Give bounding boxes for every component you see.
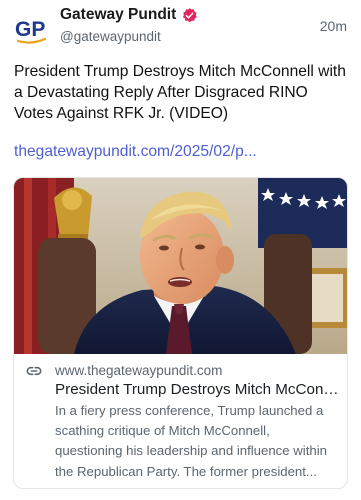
post-timestamp[interactable]: 20m [320, 18, 347, 34]
link-preview-domain: www.thegatewaypundit.com [55, 363, 223, 378]
link-preview-image[interactable] [14, 178, 347, 354]
link-preview-description: In a fiery press conference, Trump launc… [55, 403, 327, 479]
post-body-text: President Trump Destroys Mitch McConnell… [14, 63, 346, 122]
link-icon [26, 364, 42, 378]
post-link[interactable]: thegatewaypundit.com/2025/02/p... [14, 143, 257, 161]
verified-badge-icon [181, 7, 198, 24]
post-header: GP Gateway Pundit @gatewaypundit 20m [0, 0, 361, 52]
link-preview-title[interactable]: President Trump Destroys Mitch McConnell… [55, 381, 339, 398]
author-name-row: Gateway Pundit [60, 6, 198, 24]
link-preview-card[interactable]: www.thegatewaypundit.com President Trump… [13, 177, 348, 489]
avatar[interactable]: GP [14, 12, 48, 46]
gateway-pundit-logo: GP [15, 18, 47, 44]
link-preview-meta: www.thegatewaypundit.com President Trump… [14, 354, 347, 488]
author-handle[interactable]: @gatewaypundit [60, 29, 161, 44]
author-display-name[interactable]: Gateway Pundit [60, 6, 176, 24]
svg-text:GP: GP [15, 18, 45, 41]
